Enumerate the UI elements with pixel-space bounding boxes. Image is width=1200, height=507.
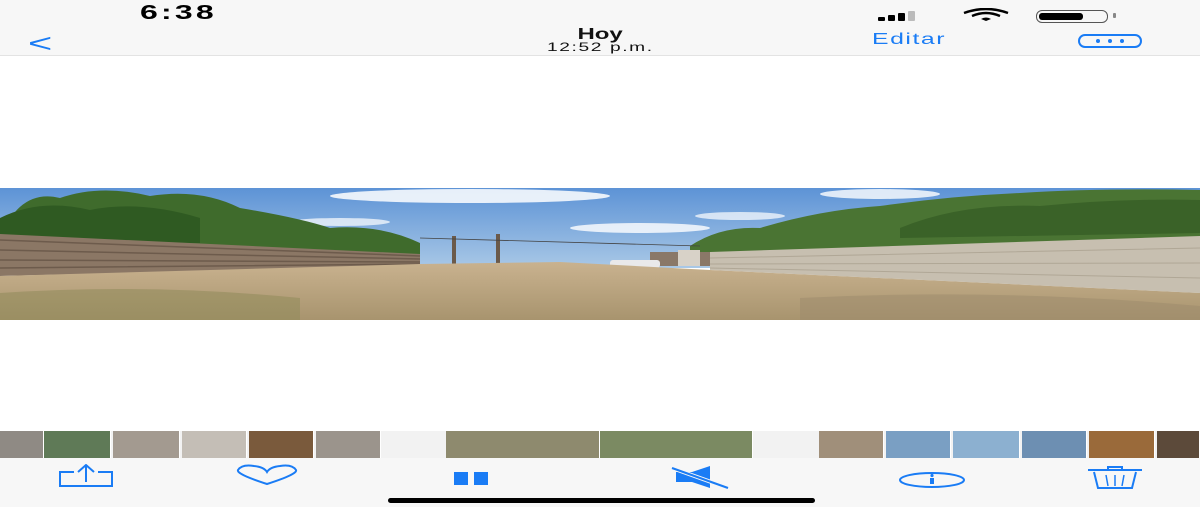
thumbnail[interactable]	[182, 431, 247, 458]
info-icon[interactable]	[897, 464, 967, 488]
thumbnail-strip[interactable]	[0, 431, 1200, 458]
edit-button[interactable]: Editar	[872, 31, 946, 49]
share-icon[interactable]	[56, 464, 116, 488]
trash-icon[interactable]	[1084, 464, 1146, 490]
nav-bar: < Hoy 12:52 p.m. Editar	[0, 27, 1200, 58]
battery-tip	[1113, 13, 1116, 18]
thumbnail-selected[interactable]	[600, 431, 753, 458]
heart-icon[interactable]	[234, 464, 300, 486]
thumbnail[interactable]	[819, 431, 884, 458]
home-indicator[interactable]	[388, 498, 815, 503]
thumbnail-selected[interactable]	[446, 431, 600, 458]
battery-icon	[1036, 10, 1108, 23]
status-time: 6:38	[140, 2, 217, 24]
thumbnail[interactable]	[886, 431, 951, 458]
panorama-photo[interactable]	[0, 188, 1200, 320]
thumbnail[interactable]	[1089, 431, 1155, 458]
wifi-icon	[963, 8, 1009, 21]
thumbnail[interactable]	[1157, 431, 1200, 458]
thumbnail[interactable]	[953, 431, 1020, 458]
thumbnail[interactable]	[113, 431, 180, 458]
thumbnail[interactable]	[1022, 431, 1087, 458]
mute-icon[interactable]	[670, 464, 732, 490]
nav-subtitle: 12:52 p.m.	[546, 40, 654, 54]
signal-icon	[878, 11, 915, 21]
thumbnail[interactable]	[249, 431, 314, 458]
thumbnail[interactable]	[0, 431, 44, 458]
more-icon[interactable]	[1078, 34, 1142, 48]
thumbnail[interactable]	[316, 431, 381, 458]
pause-icon[interactable]	[452, 464, 492, 488]
thumbnail[interactable]	[44, 431, 111, 458]
